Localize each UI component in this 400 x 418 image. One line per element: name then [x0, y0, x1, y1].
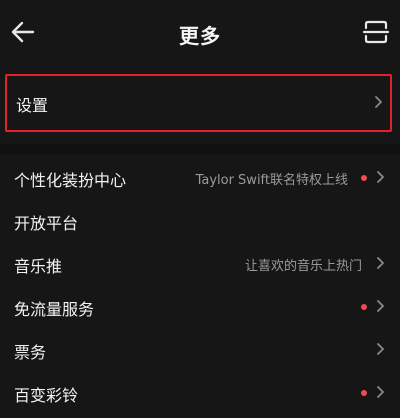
list-item-personalize[interactable]: 个性化装扮中心 Taylor Swift联名特权上线 [0, 156, 400, 199]
chevron-right-icon [377, 343, 384, 355]
scan-icon [362, 20, 390, 44]
more-screen: 更多 设置 个性化装扮中心 Taylor Swift联名特权上线 开放平台 音乐… [0, 0, 400, 418]
item-label: 免流量服务 [14, 300, 95, 319]
item-subtitle: 让喜欢的音乐上热门 [244, 259, 362, 274]
list-item-open-platform[interactable]: 开放平台 [0, 199, 400, 242]
item-label: 个性化装扮中心 [14, 171, 127, 190]
list-item-ringtone[interactable]: 百变彩铃 [0, 371, 400, 414]
notification-dot [361, 304, 367, 310]
list-item-free-data[interactable]: 免流量服务 [0, 285, 400, 328]
item-label: 音乐推 [14, 257, 63, 276]
settings-row[interactable]: 设置 [5, 74, 392, 132]
section-divider [0, 144, 400, 154]
top-bar: 更多 [0, 0, 400, 64]
chevron-right-icon [377, 257, 384, 269]
settings-label: 设置 [16, 96, 49, 115]
item-label: 百变彩铃 [14, 386, 79, 405]
chevron-right-icon [375, 96, 382, 108]
scan-button[interactable] [358, 14, 394, 50]
item-subtitle: Taylor Swift联名特权上线 [195, 173, 348, 188]
page-title: 更多 [179, 24, 221, 48]
list-item-music-promote[interactable]: 音乐推 让喜欢的音乐上热门 [0, 242, 400, 285]
item-label: 票务 [14, 343, 47, 362]
chevron-right-icon [377, 300, 384, 312]
notification-dot [361, 390, 367, 396]
chevron-right-icon [377, 171, 384, 183]
item-label: 开放平台 [14, 214, 79, 233]
notification-dot [361, 175, 367, 181]
chevron-right-icon [377, 386, 384, 398]
list-item-tickets[interactable]: 票务 [0, 328, 400, 371]
